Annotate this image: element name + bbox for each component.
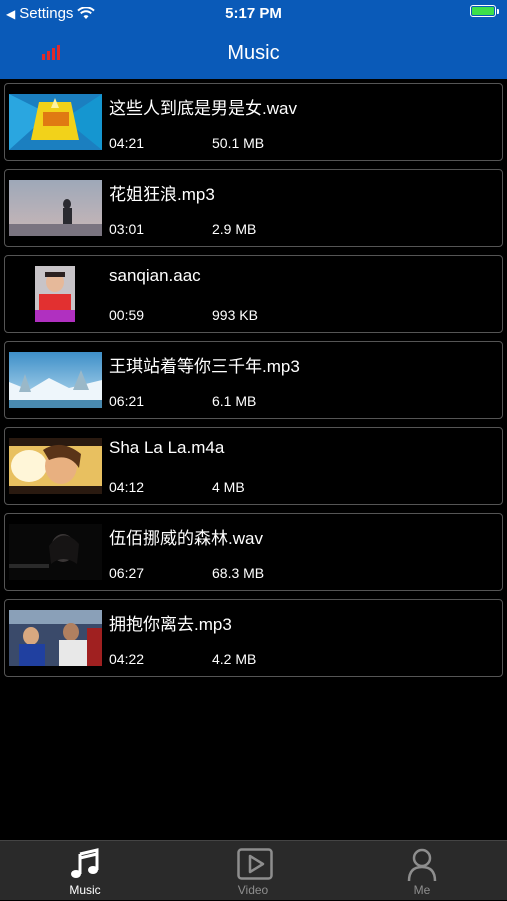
- thumbnail-image: [9, 438, 102, 494]
- item-size: 6.1 MB: [212, 393, 257, 409]
- thumbnail-image: [9, 266, 102, 322]
- item-size: 993 KB: [212, 307, 258, 323]
- item-duration: 06:21: [109, 393, 145, 409]
- item-title: 花姐狂浪.mp3: [109, 185, 215, 204]
- tab-label: Music: [69, 883, 101, 897]
- music-note-icon: [71, 848, 99, 878]
- item-duration: 04:21: [109, 135, 145, 151]
- item-title: 这些人到底是男是女.wav: [109, 99, 297, 118]
- battery-icon: [470, 5, 499, 17]
- item-title: sanqian.aac: [109, 266, 201, 285]
- status-time: 5:17 PM: [225, 5, 282, 22]
- item-size: 2.9 MB: [212, 221, 257, 237]
- list-item[interactable]: Sha La La.m4a 04:12 4 MB: [4, 427, 503, 505]
- item-duration: 00:59: [109, 307, 145, 323]
- person-icon: [407, 848, 437, 882]
- tab-bar: Music Video Me: [0, 840, 507, 900]
- item-title: 拥抱你离去.mp3: [109, 615, 232, 634]
- thumbnail-image: [9, 180, 102, 236]
- video-play-icon: [237, 848, 273, 880]
- item-duration: 06:27: [109, 565, 145, 581]
- list-item[interactable]: 拥抱你离去.mp3 04:22 4.2 MB: [4, 599, 503, 677]
- list-item[interactable]: 王琪站着等你三千年.mp3 06:21 6.1 MB: [4, 341, 503, 419]
- item-size: 4 MB: [212, 479, 245, 495]
- page-title: Music: [227, 42, 280, 64]
- item-size: 50.1 MB: [212, 135, 265, 151]
- list-item[interactable]: 伍佰挪威的森林.wav 06:27 68.3 MB: [4, 513, 503, 591]
- thumbnail-image: [9, 610, 102, 666]
- item-size: 4.2 MB: [212, 651, 257, 667]
- list-item[interactable]: sanqian.aac 00:59 993 KB: [4, 255, 503, 333]
- thumbnail-image: [9, 524, 102, 580]
- item-duration: 03:01: [109, 221, 145, 237]
- thumbnail-image: [9, 352, 102, 408]
- item-title: 王琪站着等你三千年.mp3: [109, 357, 300, 376]
- list-item[interactable]: 花姐狂浪.mp3 03:01 2.9 MB: [4, 169, 503, 247]
- item-size: 68.3 MB: [212, 565, 265, 581]
- tab-label: Me: [413, 883, 431, 897]
- item-duration: 04:22: [109, 651, 145, 667]
- item-title: Sha La La.m4a: [109, 438, 225, 457]
- tab-label: Video: [237, 883, 269, 897]
- item-duration: 04:12: [109, 479, 145, 495]
- tab-music[interactable]: Music: [35, 841, 135, 901]
- list-item[interactable]: 这些人到底是男是女.wav 04:21 50.1 MB: [4, 83, 503, 161]
- thumbnail-image: [9, 94, 102, 150]
- status-bar: ◀ Settings 5:17 PM: [0, 0, 507, 28]
- item-title: 伍佰挪威的森林.wav: [109, 529, 263, 548]
- app-header: ◀ Settings 5:17 PM Music: [0, 0, 507, 79]
- tab-me[interactable]: Me: [372, 841, 472, 901]
- tab-video[interactable]: Video: [203, 841, 303, 901]
